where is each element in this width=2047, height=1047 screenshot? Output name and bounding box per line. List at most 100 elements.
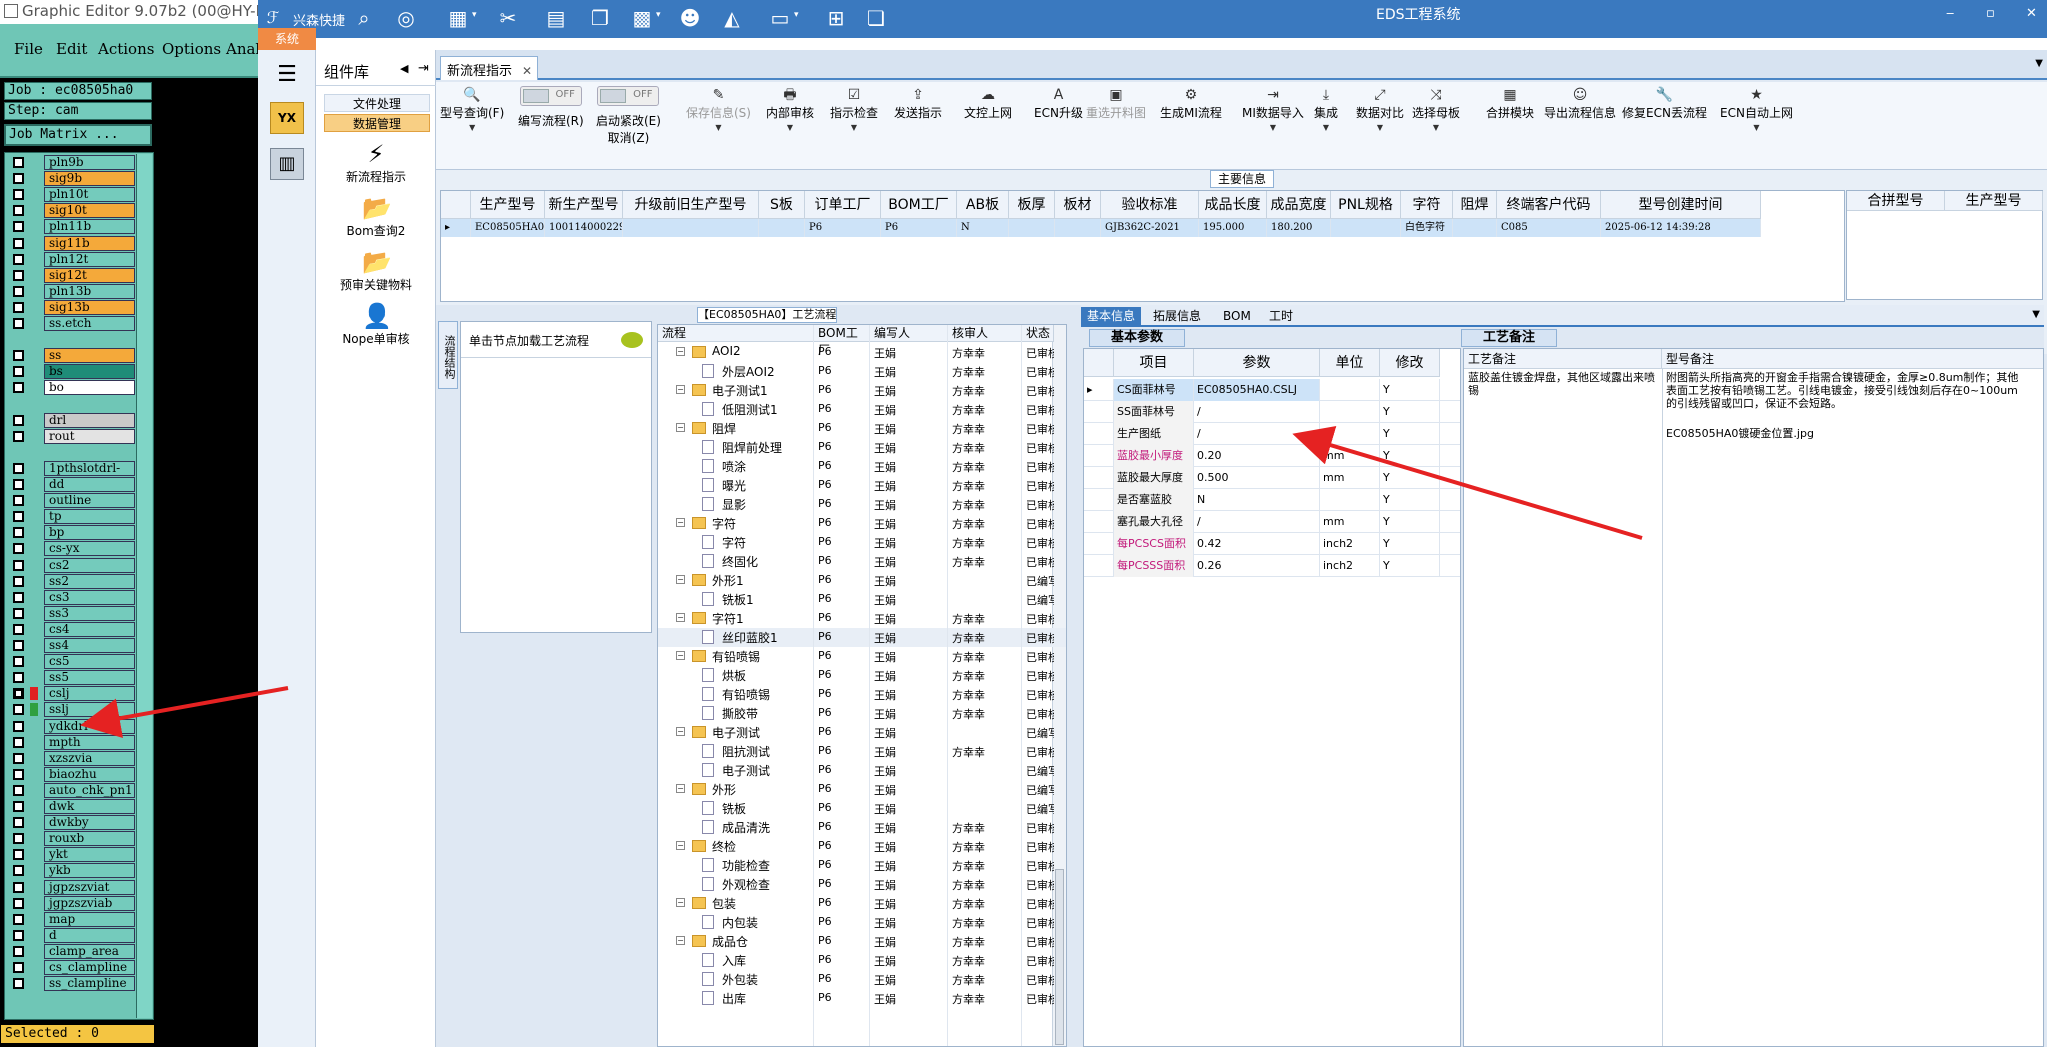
lifebuoy-icon[interactable]: ◎ xyxy=(394,6,418,30)
layer-checkbox[interactable] xyxy=(13,301,24,313)
layer-row[interactable]: sig13b xyxy=(9,299,155,315)
params-mod[interactable]: Y xyxy=(1380,533,1440,555)
layer-name[interactable]: jgpzszviat xyxy=(44,879,135,895)
layer-checkbox[interactable] xyxy=(13,462,24,474)
flow-row[interactable]: 阻焊前处理 P6 王娟 方幸幸 已审核 xyxy=(658,438,1066,457)
flow-row[interactable]: − AOI2 P6 王娟 方幸幸 已审核 xyxy=(658,343,1066,362)
main-col-header[interactable]: 升级前旧生产型号 xyxy=(623,191,759,219)
layer-row[interactable]: bo xyxy=(9,380,155,396)
menu-file[interactable]: File xyxy=(14,40,43,58)
ribbon-button[interactable]: ✎ 保存信息(S) ▼ xyxy=(686,86,751,166)
params-col-header[interactable]: 参数 xyxy=(1194,349,1320,377)
layer-row[interactable]: d xyxy=(9,927,155,943)
layer-name[interactable]: ss2 xyxy=(44,573,135,589)
layer-row[interactable]: outline xyxy=(9,493,155,509)
layer-row[interactable]: pln12t xyxy=(9,251,155,267)
params-row[interactable]: 每PCSSS面积 0.26 inch2 Y xyxy=(1084,555,1460,577)
params-item[interactable]: SS面菲林号 xyxy=(1114,401,1194,423)
layer-checkbox[interactable] xyxy=(13,817,24,829)
table-chevron-icon[interactable]: ▾ xyxy=(472,10,477,20)
params-col-header[interactable]: 单位 xyxy=(1320,349,1380,377)
main-col-header[interactable]: 成品长度 xyxy=(1199,191,1267,219)
hamburger-menu-icon[interactable]: ☰ xyxy=(270,60,304,92)
flow-row[interactable]: − 电子测试1 P6 王娟 方幸幸 已审核 xyxy=(658,381,1066,400)
tree-toggle-icon[interactable]: − xyxy=(676,898,685,907)
layer-name[interactable]: ydkdrl xyxy=(44,718,135,734)
main-cell[interactable]: N xyxy=(957,219,1009,237)
layer-row[interactable]: cs-yx xyxy=(9,541,155,557)
params-param[interactable]: N xyxy=(1194,489,1320,511)
flow-row[interactable]: 曝光 P6 王娟 方幸幸 已审核 xyxy=(658,476,1066,495)
ribbon-button[interactable]: ☺ 导出流程信息 xyxy=(1544,86,1616,166)
flow-col-header[interactable]: 核审人 xyxy=(948,325,1022,342)
layer-checkbox[interactable] xyxy=(13,672,24,684)
layer-name[interactable]: cs-yx xyxy=(44,541,135,557)
tab-basic-info[interactable]: 基本信息 xyxy=(1081,307,1142,327)
params-row[interactable]: 蓝胶最小厚度 0.20 mm Y xyxy=(1084,445,1460,467)
layer-row[interactable]: pln10t xyxy=(9,187,155,203)
windows-icon[interactable]: ⊞ xyxy=(824,6,848,30)
layer-row[interactable]: xzszvia xyxy=(9,750,155,766)
flow-structure-tab[interactable]: 流程结构 xyxy=(438,321,458,389)
flow-row[interactable]: − 外形1 P6 王娟 已编写 xyxy=(658,571,1066,590)
tree-toggle-icon[interactable]: − xyxy=(676,936,685,945)
layer-checkbox[interactable] xyxy=(13,366,24,378)
main-cell[interactable] xyxy=(1453,219,1497,237)
layer-checkbox[interactable] xyxy=(13,527,24,539)
layer-name[interactable]: xzszvia xyxy=(44,750,135,766)
flow-col-header[interactable]: BOM工厂 xyxy=(814,325,870,357)
main-col-header[interactable]: PNL规格 xyxy=(1331,191,1401,219)
layer-name[interactable]: cslj xyxy=(44,686,135,702)
layer-name[interactable]: ss xyxy=(44,348,135,364)
layer-row[interactable]: clamp_area xyxy=(9,943,155,959)
main-col-header[interactable]: S板 xyxy=(759,191,805,219)
ribbon-button[interactable]: ▦ 合拼模块 xyxy=(1486,86,1534,166)
tree-toggle-icon[interactable]: − xyxy=(676,784,685,793)
maximize-icon[interactable]: ▫ xyxy=(1986,6,1995,21)
params-param[interactable]: / xyxy=(1194,511,1320,533)
layer-row[interactable]: dwk xyxy=(9,799,155,814)
layer-row[interactable]: ss5 xyxy=(9,670,155,686)
params-item[interactable]: CS面菲林号 xyxy=(1114,379,1194,401)
layer-row[interactable]: sig10t xyxy=(9,203,155,219)
layer-name[interactable]: ss4 xyxy=(44,638,135,653)
layer-name[interactable]: pln10t xyxy=(44,187,135,203)
menu-edit[interactable]: Edit xyxy=(56,40,87,58)
layer-name[interactable]: sig10t xyxy=(44,203,135,219)
layer-checkbox[interactable] xyxy=(13,495,24,507)
layer-row[interactable]: ss2 xyxy=(9,573,155,589)
window-stack-icon[interactable]: ❏ xyxy=(864,6,888,30)
main-cell[interactable] xyxy=(1055,219,1101,237)
flow-row[interactable]: − 字符1 P6 王娟 方幸幸 已审核 xyxy=(658,609,1066,628)
main-col-header[interactable]: 字符 xyxy=(1401,191,1453,219)
layer-name[interactable]: pln9b xyxy=(44,155,135,170)
flow-row[interactable]: 烘板 P6 王娟 方幸幸 已审核 xyxy=(658,666,1066,685)
params-row[interactable]: 是否塞蓝胶 N Y xyxy=(1084,489,1460,511)
search-icon[interactable]: ⌕ xyxy=(352,6,376,30)
layer-checkbox[interactable] xyxy=(13,189,24,201)
params-item[interactable]: 是否塞蓝胶 xyxy=(1114,489,1194,511)
params-item[interactable]: 蓝胶最小厚度 xyxy=(1114,445,1194,467)
layer-name[interactable]: d xyxy=(44,927,135,943)
model-note-text[interactable]: 附图箭头所指高亮的开窗金手指需合镍镀硬金，金厚≥0.8um制作；其他表面工艺按有… xyxy=(1662,371,2032,410)
layer-row[interactable]: pln11b xyxy=(9,219,155,235)
layer-row[interactable]: map xyxy=(9,911,155,927)
layer-checkbox[interactable] xyxy=(13,414,24,426)
flow-row[interactable]: 显影 P6 王娟 方幸幸 已审核 xyxy=(658,495,1066,514)
flow-row[interactable]: − 阻焊 P6 王娟 方幸幸 已审核 xyxy=(658,419,1066,438)
flow-col-header[interactable]: 编写人 xyxy=(870,325,948,342)
layer-checkbox[interactable] xyxy=(13,752,24,764)
layer-name[interactable]: tp xyxy=(44,509,135,525)
layer-row[interactable]: ydkdrl xyxy=(9,718,155,734)
params-param[interactable]: 0.20 xyxy=(1194,445,1320,467)
layer-checkbox[interactable] xyxy=(13,607,24,619)
layer-name[interactable]: sig12t xyxy=(44,267,135,283)
layer-row[interactable]: rout xyxy=(9,428,155,444)
ribbon-button[interactable]: ☑ 指示检查 ▼ xyxy=(830,86,878,166)
main-col-header[interactable]: 板厚 xyxy=(1009,191,1055,219)
layer-checkbox[interactable] xyxy=(13,656,24,668)
layer-row[interactable]: cs_clampline xyxy=(9,960,155,975)
lib-data-management[interactable]: 数据管理 xyxy=(324,114,430,132)
tab-new-process[interactable]: 新流程指示 ✕ xyxy=(440,56,538,80)
tree-toggle-icon[interactable]: − xyxy=(676,385,685,394)
